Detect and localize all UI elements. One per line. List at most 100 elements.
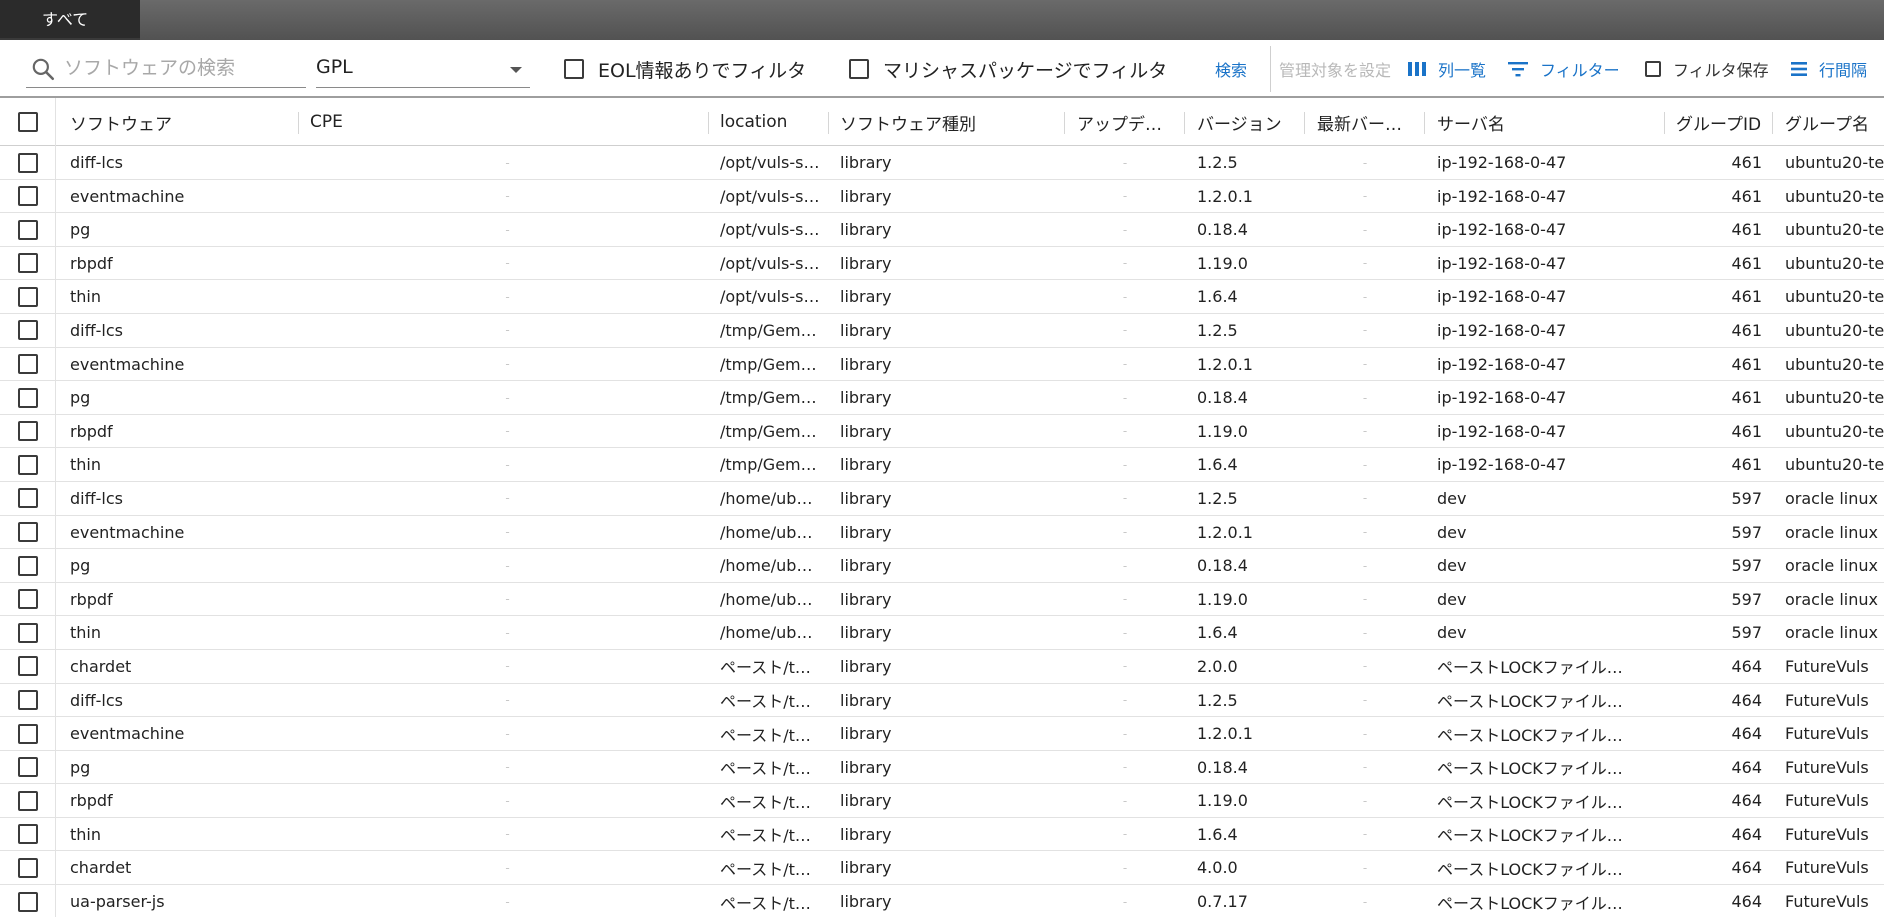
row-checkbox[interactable] [17,790,38,811]
row-checkbox[interactable] [17,522,38,543]
table-row[interactable]: pg - /opt/vuls-s… library - 0.18.4 - ip-192-168… [0,213,1884,247]
column-resize-handle[interactable] [298,112,299,134]
cell-software: pg [70,556,91,576]
cell-server: dev [1437,589,1467,609]
table-row[interactable]: thin - /opt/vuls-s… library - 1.6.4 - ip-192-16… [0,280,1884,314]
table-row[interactable]: diff-lcs - /opt/vuls-s… library - 1.2.5 - ip-19… [0,146,1884,180]
cell-server: ペーストLOCKファイル… [1437,759,1623,779]
cell-version: 1.2.5 [1197,320,1238,340]
cell-group-id: 464 [1731,656,1762,676]
table-row[interactable]: chardet - ペースト/t… library - 2.0.0 - ペーストLOCKファイ… [0,649,1884,684]
table-row[interactable]: pg - /home/ub… library - 0.18.4 - dev 597 oracle … [0,549,1884,583]
row-checkbox[interactable] [17,253,38,274]
row-select-cell [0,649,56,683]
column-header-2[interactable]: location [720,98,830,146]
table-row[interactable]: pg - ペースト/t… library - 0.18.4 - ペーストLOCKファイル… 46… [0,750,1884,785]
table-row[interactable]: eventmachine - /home/ub… library - 1.2.0.1 - de… [0,515,1884,550]
table-row[interactable]: diff-lcs - /home/ub… library - 1.2.5 - dev 597 or… [0,481,1884,516]
row-select-cell [0,481,56,515]
row-checkbox[interactable] [17,589,38,610]
table-row[interactable]: diff-lcs - ペースト/t… library - 1.2.5 - ペーストLOCKファ… [0,683,1884,718]
search-input[interactable] [64,52,300,84]
cell-version: 1.19.0 [1197,589,1248,609]
column-resize-handle[interactable] [1304,112,1305,134]
select-all-checkbox[interactable] [17,112,38,132]
row-checkbox[interactable] [17,656,38,677]
row-checkbox[interactable] [17,690,38,710]
empty-cell: - [1122,189,1128,204]
table-row[interactable]: pg - /tmp/Gem… library - 0.18.4 - ip-192-168-0-… [0,381,1884,415]
malicious-filter-checkbox[interactable] [849,59,869,79]
table-row[interactable]: thin - /home/ub… library - 1.6.4 - dev 597 oracle… [0,616,1884,650]
row-checkbox[interactable] [17,891,38,912]
cell-version: 0.7.17 [1197,892,1248,912]
column-header-9[interactable]: グループ名 [1785,98,1884,146]
row-checkbox[interactable] [17,186,38,207]
column-resize-handle[interactable] [708,112,709,134]
table-row[interactable]: thin - /tmp/Gem… library - 1.6.4 - ip-192-168-0… [0,448,1884,482]
column-resize-handle[interactable] [1064,112,1065,134]
table-row[interactable]: eventmachine - /opt/vuls-s… library - 1.2.0.1… [0,179,1884,214]
row-select-cell [0,784,56,818]
column-header-1[interactable]: CPE [310,98,690,146]
search-icon [32,58,55,81]
empty-cell: - [1362,424,1368,439]
cell-version: 0.18.4 [1197,220,1248,240]
table-row[interactable]: diff-lcs - /tmp/Gem… library - 1.2.5 - ip-192-1… [0,313,1884,348]
table-row[interactable]: ua-parser-js - ペースト/t… library - 0.7.17 - ペーストL… [0,885,1884,917]
save-filter[interactable]: フィルタ保存 [1645,40,1769,98]
malicious-filter[interactable]: マリシャスパッケージでフィルタ [849,40,1167,98]
column-header-7[interactable]: サーバ名 [1437,98,1657,146]
empty-cell: - [1122,659,1128,674]
table-row[interactable]: eventmachine - ペースト/t… library - 1.2.0.1 - ペースト… [0,717,1884,751]
table-row[interactable]: rbpdf - /tmp/Gem… library - 1.19.0 - ip-192-168… [0,414,1884,449]
column-resize-handle[interactable] [828,112,829,134]
empty-cell: - [505,189,510,204]
cell-group-id: 464 [1731,892,1762,912]
row-checkbox[interactable] [17,824,38,845]
license-select[interactable]: GPL [316,50,530,88]
empty-cell: - [1122,693,1128,707]
table-row[interactable]: chardet - ペースト/t… library - 4.0.0 - ペーストLOCKファイ… [0,851,1884,886]
table-row[interactable]: rbpdf - /home/ub… library - 1.19.0 - dev 597 orac… [0,582,1884,617]
column-resize-handle[interactable] [1664,112,1665,134]
column-header-3[interactable]: ソフトウェア種別 [840,98,1060,146]
filter-button[interactable]: フィルター [1508,40,1620,98]
row-checkbox[interactable] [17,555,38,576]
row-checkbox[interactable] [17,454,38,475]
column-header-0[interactable]: ソフトウェア [70,98,290,146]
column-resize-handle[interactable] [1772,112,1773,134]
column-header-8[interactable]: グループID [1676,98,1766,146]
empty-cell: - [505,390,510,405]
row-checkbox[interactable] [17,152,38,173]
row-checkbox[interactable] [17,488,38,509]
eol-filter[interactable]: EOL情報ありでフィルタ [564,40,806,98]
row-checkbox[interactable] [17,622,38,643]
column-resize-handle[interactable] [1184,112,1185,134]
row-checkbox[interactable] [17,320,38,341]
empty-cell: - [1122,860,1128,875]
row-checkbox[interactable] [17,421,38,442]
row-checkbox[interactable] [17,857,38,878]
row-checkbox[interactable] [17,387,38,408]
tab-all[interactable]: すべて [0,0,140,40]
row-checkbox[interactable] [17,354,38,375]
table-row[interactable]: rbpdf - ペースト/t… library - 1.19.0 - ペーストLOCKファイル… [0,784,1884,818]
column-header-6[interactable]: 最新バー… [1317,98,1422,146]
column-resize-handle[interactable] [1424,112,1425,134]
save-filter-checkbox[interactable] [1645,61,1661,77]
column-header-4[interactable]: アップデ… [1077,98,1177,146]
eol-filter-checkbox[interactable] [564,59,584,79]
search-button[interactable]: 検索 [1215,40,1247,98]
table-row[interactable]: thin - ペースト/t… library - 1.6.4 - ペーストLOCKファイル… 4… [0,817,1884,852]
table-row[interactable]: eventmachine - /tmp/Gem… library - 1.2.0.1 - ip… [0,347,1884,382]
row-checkbox[interactable] [17,723,38,744]
columns-button[interactable]: 列一覧 [1408,40,1486,98]
row-checkbox[interactable] [17,757,38,778]
row-checkbox[interactable] [17,219,38,240]
row-spacing-button[interactable]: 行間隔 [1791,40,1867,98]
row-checkbox[interactable] [17,286,38,307]
empty-cell: - [505,289,510,304]
column-header-5[interactable]: バージョン [1197,98,1307,146]
table-row[interactable]: rbpdf - /opt/vuls-s… library - 1.19.0 - ip-192-… [0,246,1884,281]
